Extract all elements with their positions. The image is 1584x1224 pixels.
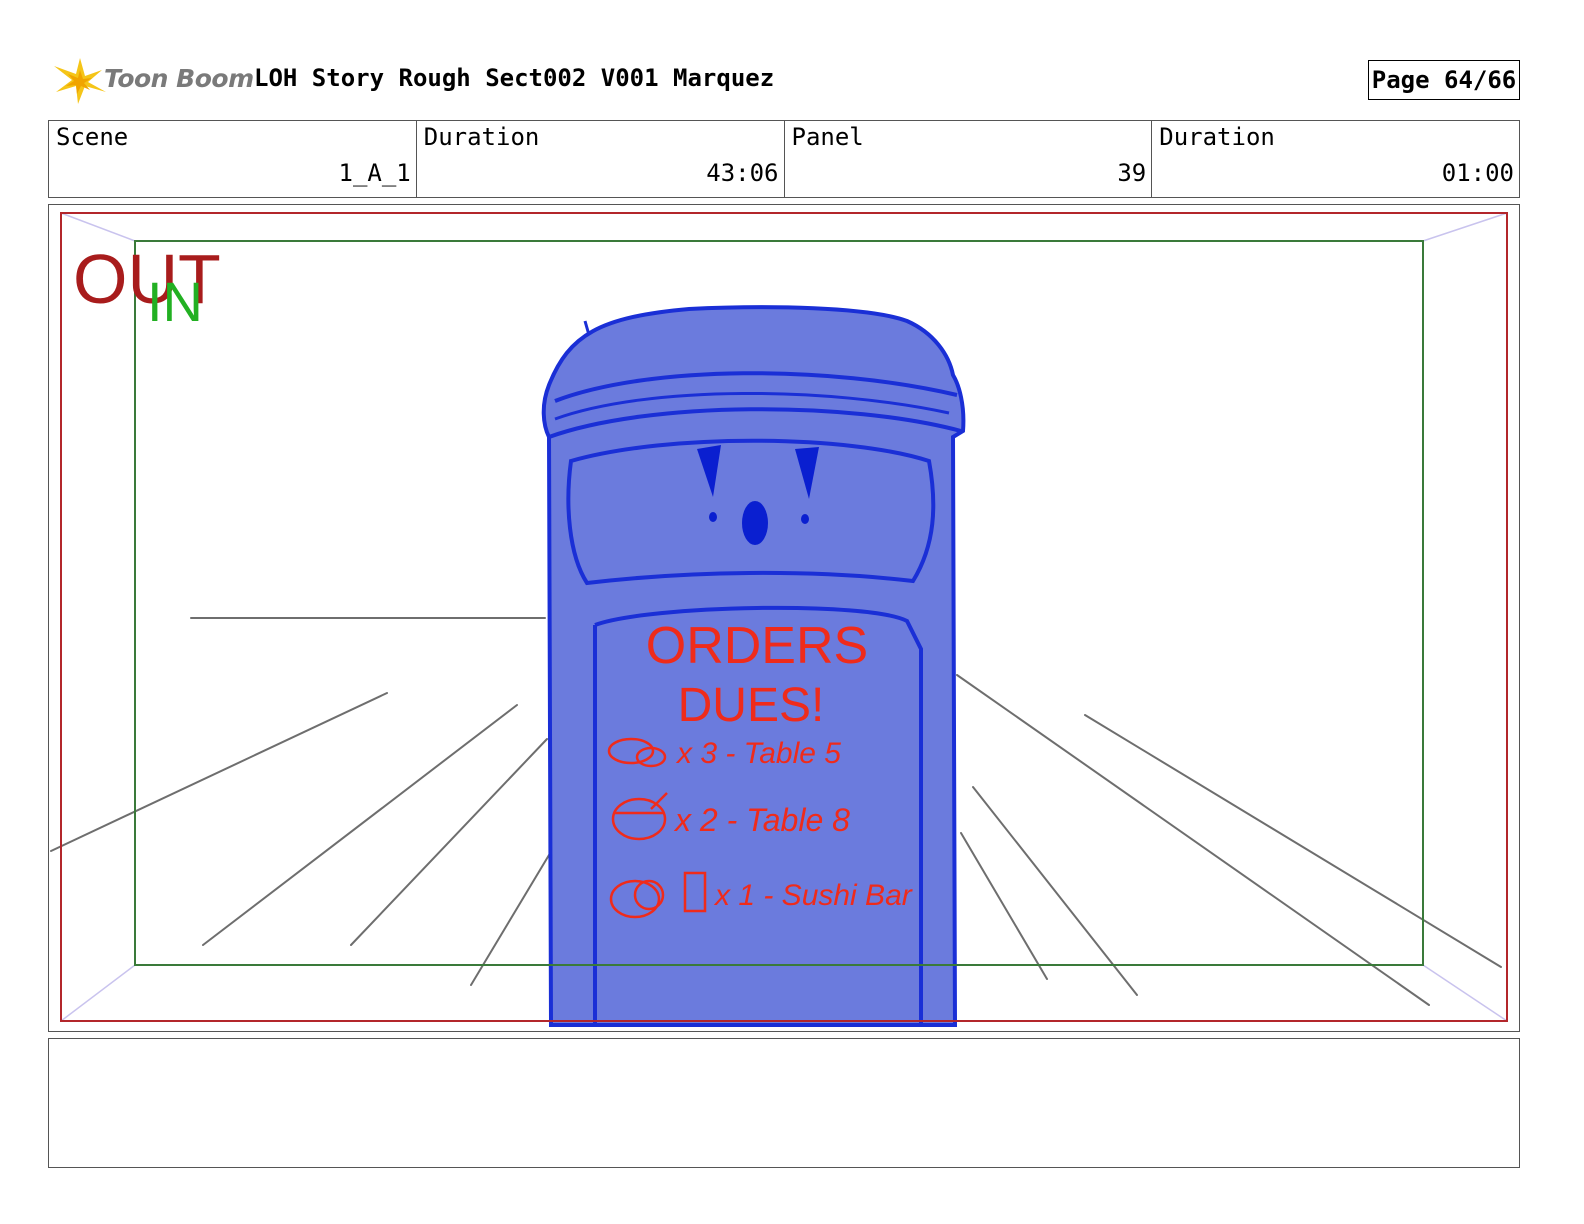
logo-text: Toon Boom (104, 64, 254, 93)
order-line-3: x 1 - Sushi Bar (713, 879, 913, 912)
in-frame-label: IN (147, 270, 203, 333)
panel-duration-label: Duration (1159, 123, 1275, 151)
sign-title-line1: ORDERS (646, 617, 868, 675)
scene-cell: Scene 1_A_1 (49, 121, 417, 197)
scene-duration-label: Duration (423, 123, 540, 151)
scene-duration-cell: Duration 43:06 (417, 121, 785, 197)
page-indicator: Page 64/66 (1368, 60, 1520, 100)
panel-cell: Panel 39 (785, 121, 1153, 197)
sign-title-line2: DUES! (678, 679, 825, 732)
scene-duration-value: 43:06 (706, 159, 779, 187)
panel-value: 39 (1117, 159, 1147, 187)
panel-duration-value: 01:00 (1441, 159, 1514, 187)
document-title: LOH Story Rough Sect002 V001 Marquez (254, 64, 775, 92)
panel-notes-box[interactable] (48, 1038, 1520, 1168)
panel-duration-cell: Duration 01:00 (1152, 121, 1519, 197)
panel-drawing: ORDERS DUES! x 3 - Table 5 x 2 - Table 8 (50, 212, 1508, 1027)
scene-value: 1_A_1 (338, 159, 411, 187)
panel-info-table: Scene 1_A_1 Duration 43:06 Panel 39 Dura… (48, 120, 1520, 198)
scene-label: Scene (56, 123, 129, 151)
order-line-1: x 3 - Table 5 (675, 737, 841, 770)
panel-notes-text (49, 1039, 1519, 1055)
toon-boom-logo-icon (54, 58, 106, 104)
storyboard-panel: ORDERS DUES! x 3 - Table 5 x 2 - Table 8 (48, 204, 1520, 1032)
panel-label: Panel (791, 123, 864, 151)
order-line-2: x 2 - Table 8 (673, 802, 850, 838)
